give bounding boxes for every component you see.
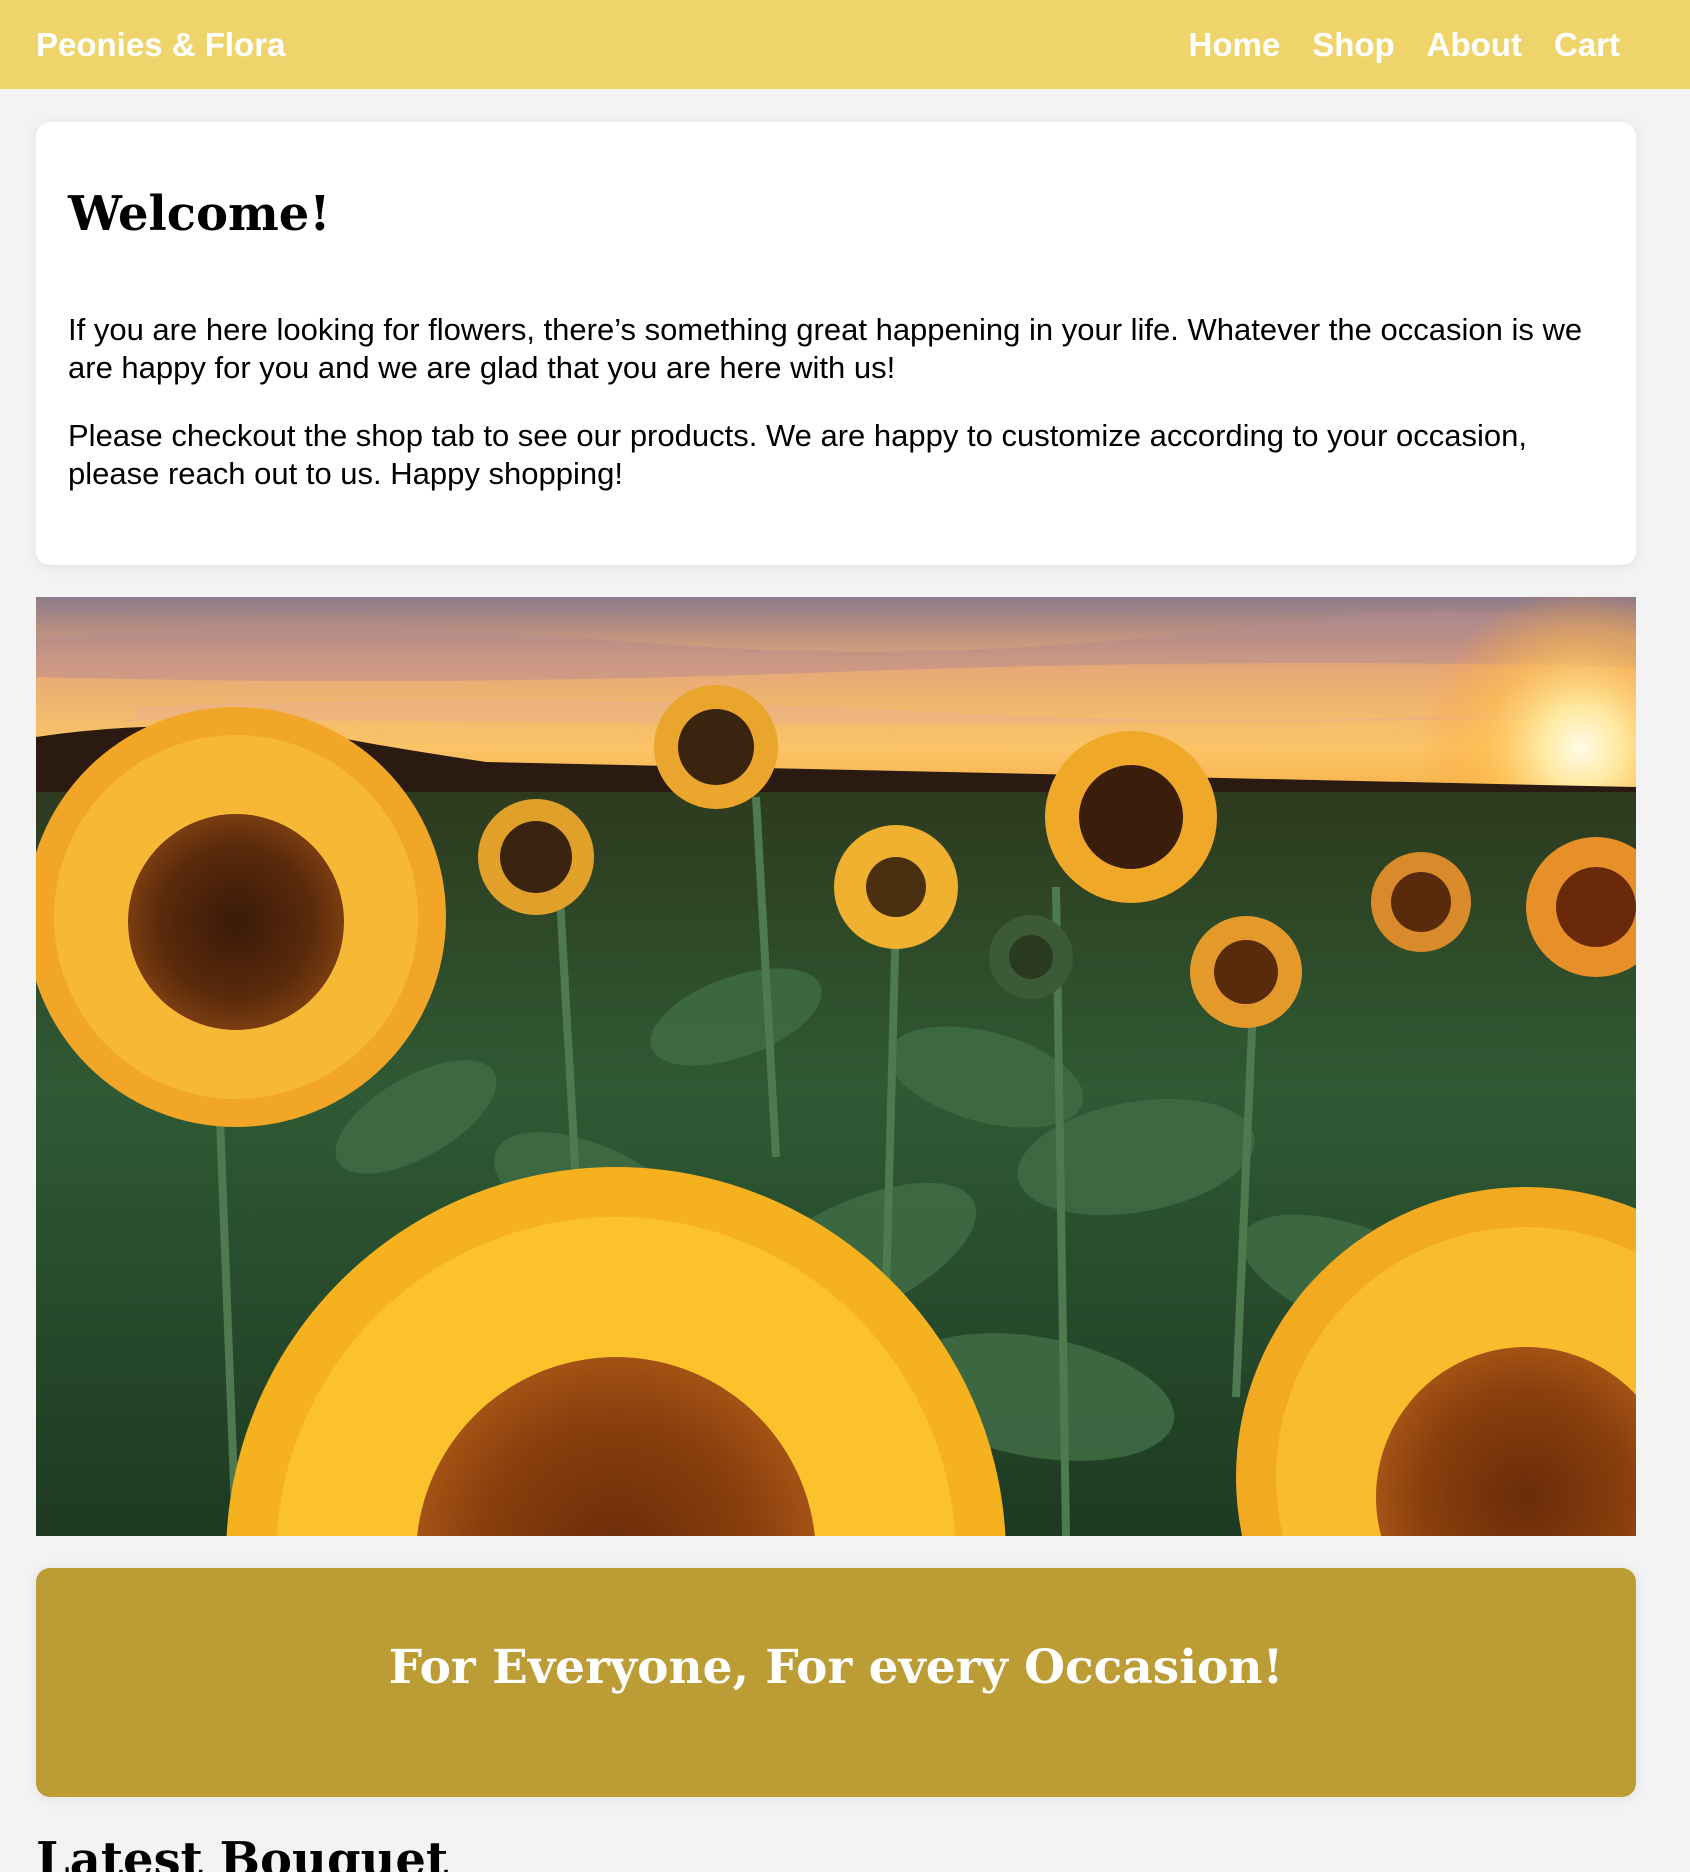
latest-bouquet-title: Latest Bouquet — [36, 1832, 449, 1872]
welcome-paragraph-2: Please checkout the shop tab to see our … — [68, 417, 1527, 491]
banner-heading: For Everyone, For every Occasion! — [388, 1640, 1284, 1695]
welcome-title: Welcome! — [68, 186, 331, 242]
occasion-banner: For Everyone, For every Occasion! — [36, 1568, 1636, 1797]
hero-sunflower-image — [36, 597, 1636, 1536]
nav-cart-link[interactable]: Cart — [1554, 26, 1620, 64]
nav-home-link[interactable]: Home — [1189, 26, 1281, 64]
nav-about-link[interactable]: About — [1427, 26, 1522, 64]
brand-logo-link[interactable]: Peonies & Flora — [36, 26, 285, 64]
main-nav: Home Shop About Cart — [1189, 26, 1621, 64]
welcome-card: Welcome! If you are here looking for flo… — [36, 122, 1636, 565]
nav-shop-link[interactable]: Shop — [1312, 26, 1394, 64]
welcome-paragraph-1: If you are here looking for flowers, the… — [68, 311, 1583, 385]
top-navbar: Peonies & Flora Home Shop About Cart — [0, 0, 1690, 89]
